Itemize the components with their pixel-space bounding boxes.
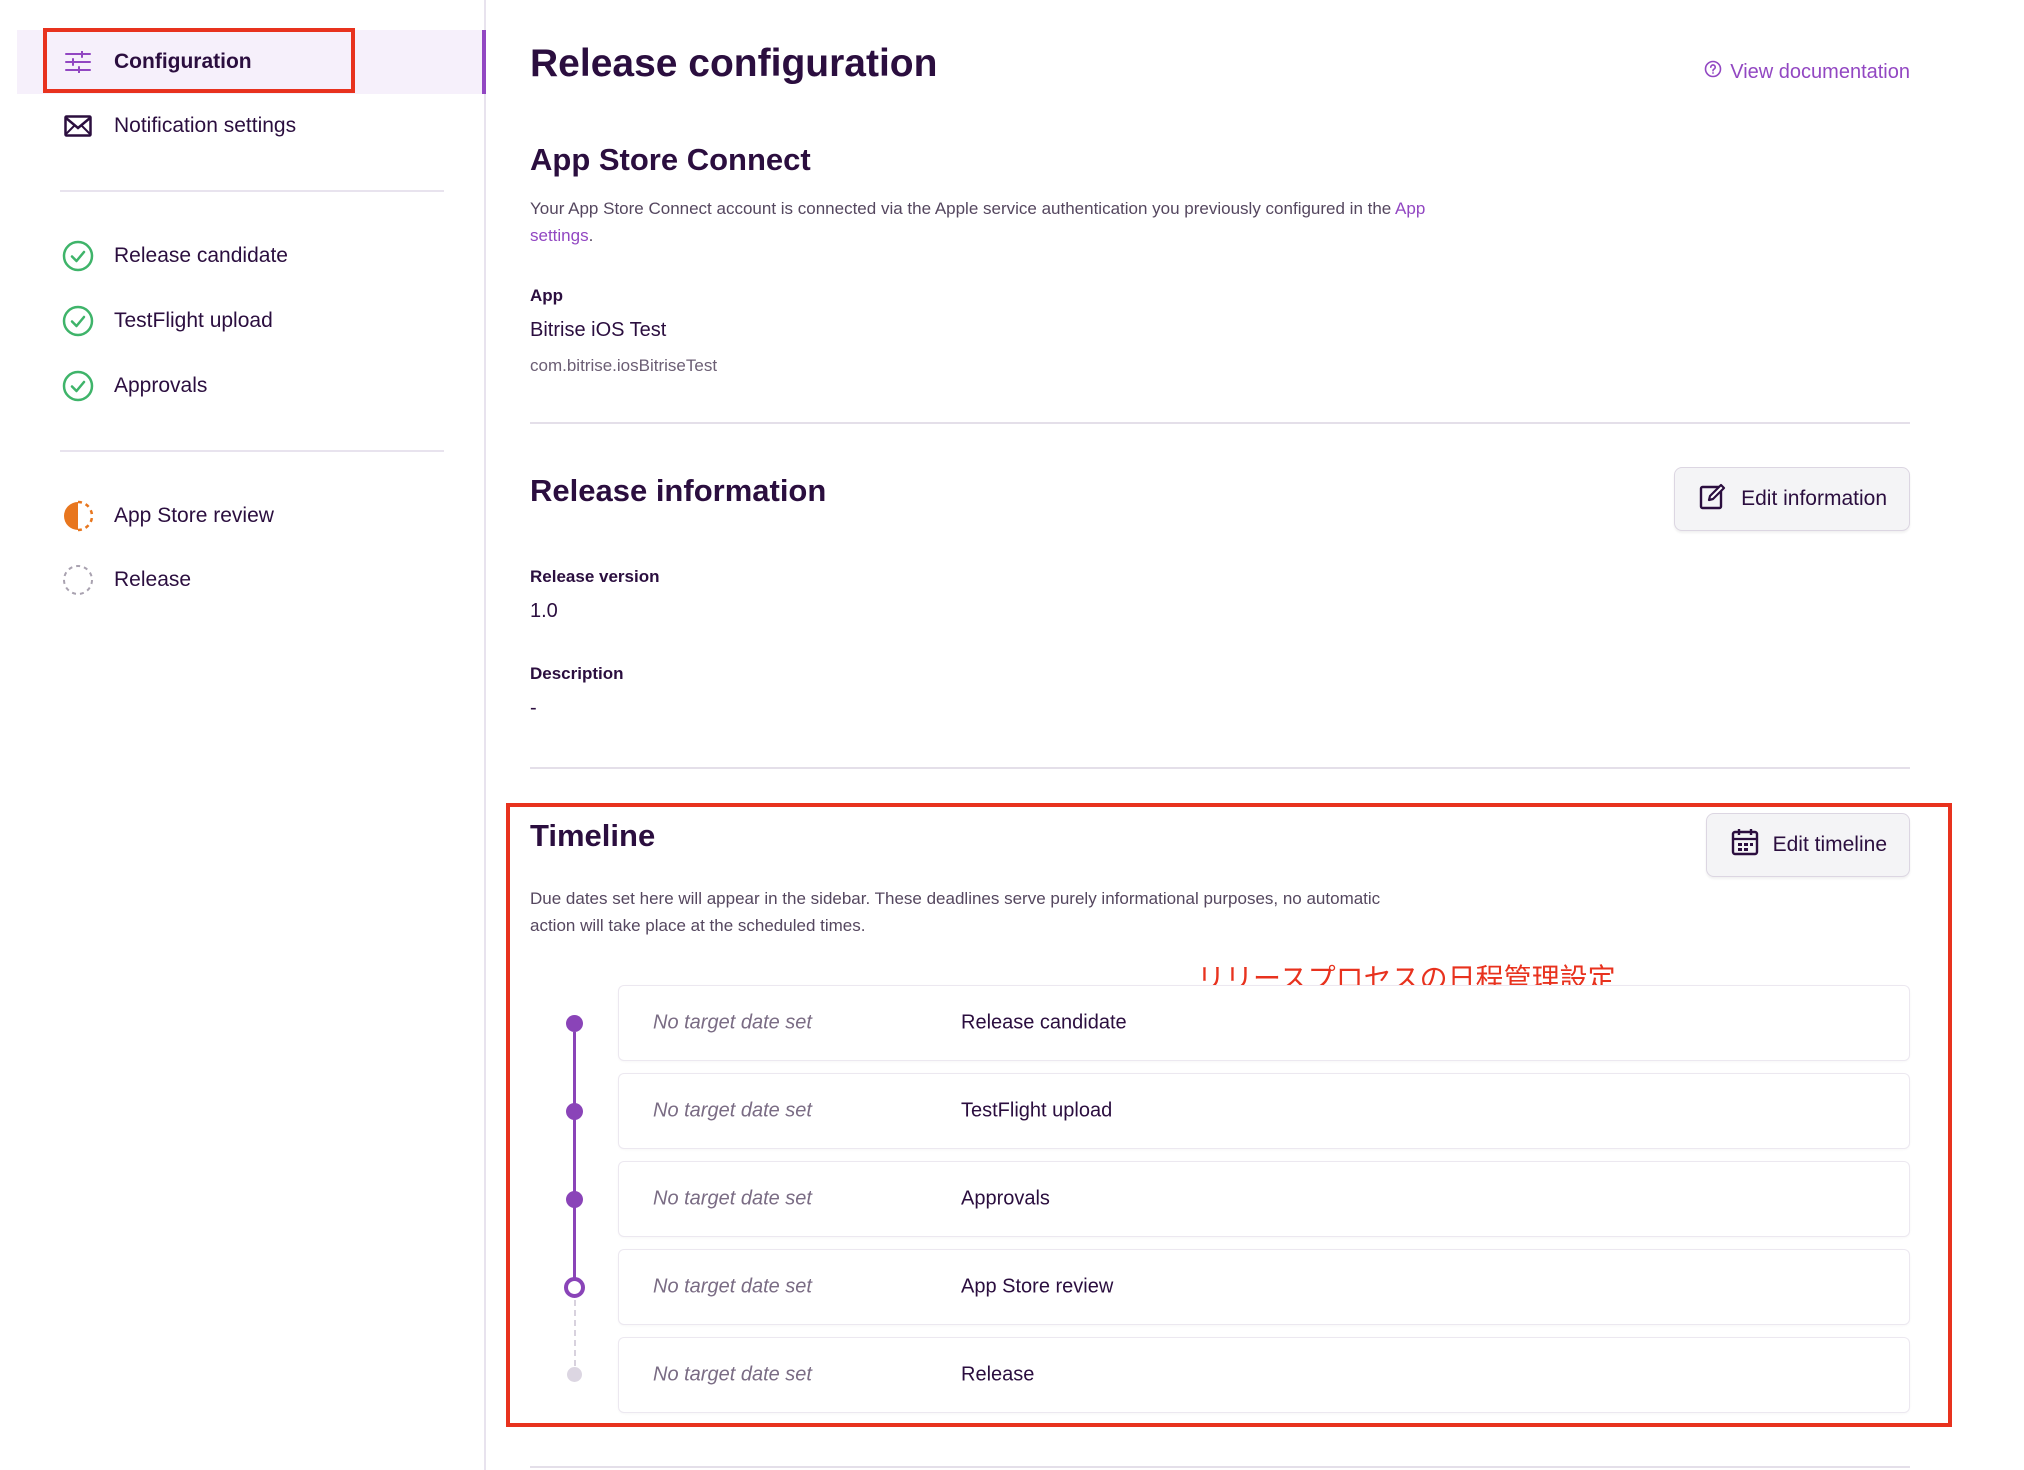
release-information-title: Release information: [530, 473, 827, 508]
sidebar-item-testflight-upload[interactable]: TestFlight upload: [17, 289, 484, 353]
sidebar-divider: [60, 190, 444, 192]
page-title: Release configuration: [530, 42, 938, 85]
view-documentation-link[interactable]: View documentation: [1704, 60, 1910, 84]
sidebar-item-approvals[interactable]: Approvals: [17, 354, 484, 418]
release-version-value: 1.0: [530, 600, 558, 622]
sidebar-item-label: Release candidate: [114, 244, 288, 267]
description-suffix: .: [588, 226, 594, 245]
help-circle-icon: [1704, 60, 1722, 84]
sidebar-item-label: Notification settings: [114, 114, 297, 137]
edit-icon: [1699, 482, 1727, 516]
sidebar-item-label: Release: [114, 568, 192, 591]
sidebar-item-label: Approvals: [114, 374, 208, 397]
app-label: App: [530, 286, 564, 305]
description-value: -: [530, 697, 537, 719]
sidebar-item-label: App Store review: [114, 504, 274, 527]
highlight-box: [506, 803, 1952, 1427]
sidebar-item-release[interactable]: Release: [17, 548, 484, 612]
section-divider: [530, 767, 1910, 769]
section-divider: [530, 422, 1910, 424]
sidebar-item-label: TestFlight upload: [114, 309, 273, 332]
sidebar-divider: [60, 450, 444, 452]
release-version-label: Release version: [530, 567, 660, 586]
sidebar-item-notification-settings[interactable]: Notification settings: [17, 94, 484, 158]
half-circle-icon: [61, 499, 95, 533]
description-label: Description: [530, 664, 624, 683]
sidebar-item-release-candidate[interactable]: Release candidate: [17, 224, 484, 288]
app-store-connect-description: Your App Store Connect account is connec…: [530, 195, 1430, 249]
envelope-icon: [61, 109, 95, 143]
sidebar: Configuration Notification settings Rele…: [0, 0, 486, 1470]
description-text: Your App Store Connect account is connec…: [530, 199, 1396, 218]
sidebar-item-app-store-review[interactable]: App Store review: [17, 484, 484, 548]
edit-information-button[interactable]: Edit information: [1674, 467, 1910, 531]
active-indicator: [482, 30, 486, 94]
check-circle-icon: [61, 304, 95, 338]
app-name: Bitrise iOS Test: [530, 319, 667, 341]
edit-information-label: Edit information: [1741, 487, 1887, 510]
dashed-circle-icon: [61, 563, 95, 597]
check-circle-icon: [61, 239, 95, 273]
bundle-id: com.bitrise.iosBitriseTest: [530, 356, 718, 375]
view-documentation-label: View documentation: [1730, 60, 1910, 83]
highlight-box: [43, 28, 355, 93]
section-divider: [530, 1466, 1910, 1468]
app-store-connect-title: App Store Connect: [530, 142, 811, 177]
check-circle-icon: [61, 369, 95, 403]
